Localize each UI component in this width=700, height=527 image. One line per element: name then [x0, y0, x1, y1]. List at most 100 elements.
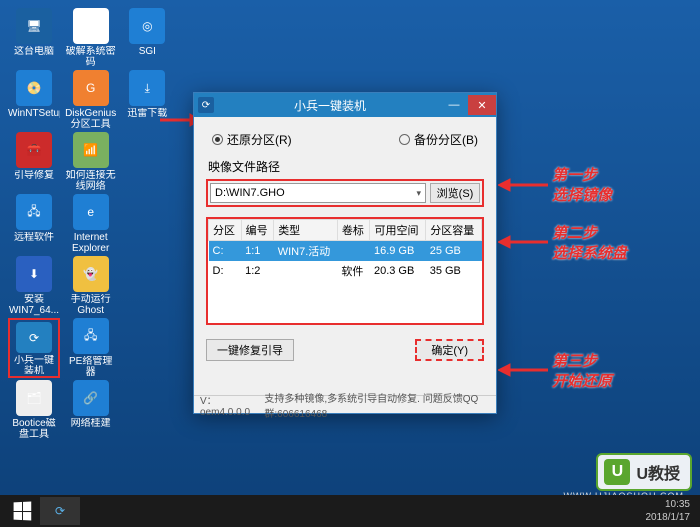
windows-logo-icon [14, 502, 32, 521]
partition-table: 分区编号类型卷标可用空间分区容量 C:1:1WIN7.活动 16.9 GB25 G… [206, 217, 484, 325]
desktop-icon-label: 破解系统密码 [65, 46, 117, 68]
cell-idx: 1:2 [241, 261, 274, 281]
desktop-icon-label: 远程软件 [14, 232, 54, 243]
desktop-icon-glyph: 🔗 [73, 380, 109, 416]
desktop-icon-glyph: 🖧 [16, 194, 52, 230]
desktop-icon-glyph: 📶 [73, 132, 109, 168]
watermark-logo-icon: U [604, 459, 630, 485]
arrow-step1 [498, 175, 548, 195]
partition-row[interactable]: C:1:1WIN7.活动 16.9 GB25 GB [209, 241, 482, 262]
desktop-icon-glyph: ◎ [129, 8, 165, 44]
cell-idx: 1:1 [241, 241, 274, 262]
watermark-ujiaoshou: U U教授 WWW.UJIAOSHOU.COM [596, 453, 692, 491]
cell-total: 35 GB [426, 261, 482, 281]
column-header[interactable]: 分区容量 [426, 220, 482, 241]
step3-sub: 开始还原 [552, 372, 612, 392]
cell-type: WIN7.活动 [274, 241, 338, 262]
restore-label: 还原分区(R) [227, 131, 292, 148]
desktop-icon-10[interactable]: eInternet Explorer [65, 194, 117, 254]
desktop-icon-9[interactable]: 📶如何连接无线网络 [65, 132, 117, 192]
browse-button[interactable]: 浏览(S) [430, 183, 480, 203]
desktop-icon-glyph: 🧰 [16, 132, 52, 168]
desktop-icon-8[interactable]: GDiskGenius分区工具 [65, 70, 117, 130]
column-header[interactable]: 类型 [274, 220, 338, 241]
desktop-icon-glyph: 🖥 [16, 8, 52, 44]
desktop-icon-glyph: ⤓ [129, 70, 165, 106]
callout-step3: 第三步 开始还原 [552, 352, 612, 392]
desktop-icon-glyph: ⬇ [16, 256, 52, 292]
image-path-input[interactable]: D:\WIN7.GHO ▾ [210, 183, 426, 203]
desktop-icon-label: 手动运行Ghost [65, 294, 117, 316]
column-header[interactable]: 编号 [241, 220, 274, 241]
version-text: V：oem4.0.0.0 [200, 392, 254, 418]
status-bar: V：oem4.0.0.0 支持多种镜像,多系统引导自动修复. 问题反馈QQ群:6… [194, 395, 496, 413]
column-header[interactable]: 可用空间 [370, 220, 426, 241]
taskbar: ⟳ 10:35 2018/1/17 [0, 495, 700, 527]
clock-time: 10:35 [646, 498, 691, 511]
desktop-icon-glyph: e [73, 194, 109, 230]
cell-type [274, 261, 338, 281]
desktop-icon-3[interactable]: 🖧 远程软件 [8, 194, 60, 254]
desktop-icon-label: WinNTSetup [8, 108, 60, 119]
desktop-icon-6[interactable]: 🗂Bootice磁盘工具 [8, 380, 60, 440]
desktop-icon-label: DiskGenius分区工具 [65, 108, 117, 130]
close-button[interactable]: ✕ [468, 95, 496, 115]
desktop-icon-0[interactable]: 🖥 这台电脑 [8, 8, 60, 68]
arrow-step3 [498, 360, 548, 380]
restore-partition-radio[interactable]: 还原分区(R) [212, 131, 292, 148]
start-button[interactable] [4, 497, 40, 525]
status-text: 支持多种镜像,多系统引导自动修复. 问题反馈QQ群:606616468 [264, 390, 490, 420]
callout-step1: 第一步 选择镜像 [552, 166, 612, 206]
step3-title: 第三步 [552, 352, 612, 372]
cell-part: D: [209, 261, 242, 281]
column-header[interactable]: 分区 [209, 220, 242, 241]
cell-vol: 软件 [337, 261, 370, 281]
cell-total: 25 GB [426, 241, 482, 262]
desktop-icon-glyph: ⟳ [16, 322, 52, 353]
taskbar-clock[interactable]: 10:35 2018/1/17 [646, 498, 697, 524]
cell-part: C: [209, 241, 242, 262]
desktop-icon-label: 网络桂建 [71, 418, 111, 429]
taskbar-app-installer[interactable]: ⟳ [40, 497, 80, 525]
desktop-icon-4[interactable]: ⬇安装WIN7_64... [8, 256, 60, 316]
radio-unselected-icon [399, 134, 410, 145]
callout-step2: 第二步 选择系统盘 [552, 224, 627, 264]
desktop-icon-label: 安装WIN7_64... [8, 294, 60, 316]
desktop-icon-label: SGI [139, 46, 156, 57]
desktop-icon-label: Bootice磁盘工具 [8, 418, 60, 440]
cell-free: 16.9 GB [370, 241, 426, 262]
step1-sub: 选择镜像 [552, 186, 612, 206]
desktop-icon-glyph: 👻 [73, 256, 109, 292]
ok-button[interactable]: 确定(Y) [415, 339, 484, 361]
cell-free: 20.3 GB [370, 261, 426, 281]
desktop-icon-glyph: 🗂 [16, 380, 52, 416]
desktop-icon-2[interactable]: 🧰 引导修复 [8, 132, 60, 192]
partition-row[interactable]: D:1:2 软件20.3 GB35 GB [209, 261, 482, 281]
backup-partition-radio[interactable]: 备份分区(B) [399, 131, 478, 148]
watermark-text: U教授 [636, 460, 680, 484]
desktop-icon-13[interactable]: 🔗 网络桂建 [65, 380, 117, 440]
cell-vol [337, 241, 370, 262]
desktop-icon-12[interactable]: 🖧PE络管理器 [65, 318, 117, 378]
desktop-icon-label: PE络管理器 [65, 356, 117, 378]
titlebar: ⟳ 小兵一键装机 — ✕ [194, 93, 496, 117]
desktop-icon-glyph: 📀 [16, 70, 52, 106]
desktop-icon-5[interactable]: ⟳小兵一键装机 [8, 318, 60, 378]
desktop-icon-11[interactable]: 👻手动运行Ghost [65, 256, 117, 316]
desktop-icon-glyph: G [73, 70, 109, 106]
desktop-icon-14[interactable]: ◎ SGI [121, 8, 173, 68]
desktop-icon-1[interactable]: 📀 WinNTSetup [8, 70, 60, 130]
desktop-icon-label: 这台电脑 [14, 46, 54, 57]
radio-selected-icon [212, 134, 223, 145]
image-path-label: 映像文件路径 [208, 158, 484, 175]
arrow-step2 [498, 232, 548, 252]
desktop-icon-label: 引导修复 [14, 170, 54, 181]
repair-boot-button[interactable]: 一键修复引导 [206, 339, 294, 361]
desktop-icons: 🖥这台电脑📀WinNTSetup🧰引导修复🖧远程软件⬇安装WIN7_64...⟳… [8, 8, 178, 488]
column-header[interactable]: 卷标 [337, 220, 370, 241]
chevron-down-icon[interactable]: ▾ [416, 188, 421, 199]
minimize-button[interactable]: — [440, 95, 468, 115]
desktop-icon-7[interactable]: N破解系统密码 [65, 8, 117, 68]
desktop-icon-glyph: 🖧 [73, 318, 109, 354]
app-icon: ⟳ [198, 97, 214, 113]
